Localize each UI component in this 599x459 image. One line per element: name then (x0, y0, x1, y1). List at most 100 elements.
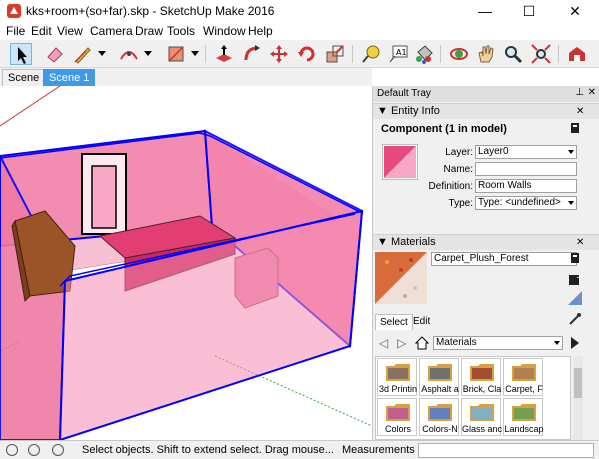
model-viewport[interactable] (0, 86, 372, 440)
material-name-field[interactable]: Carpet_Plush_Forest (431, 252, 577, 266)
arrow-cursor-icon (18, 47, 27, 64)
model-canvas[interactable] (0, 86, 372, 440)
close-button[interactable]: ✕ (553, 0, 597, 22)
tab-edit[interactable]: Edit (409, 314, 434, 330)
material-tile-label: Glass anc (462, 424, 502, 434)
home-icon[interactable] (415, 336, 429, 350)
pencil-icon (74, 47, 91, 64)
move-arrows-icon (270, 45, 288, 63)
material-tile[interactable]: Glass anc (461, 398, 502, 436)
menu-tools[interactable]: Tools (167, 24, 195, 38)
hand-icon (478, 45, 494, 63)
type-label: Type: (448, 198, 473, 209)
folder-icon (512, 364, 536, 381)
folder-icon (386, 404, 410, 421)
eraser-tool-button[interactable] (44, 43, 66, 65)
default-material-icon[interactable] (568, 291, 582, 305)
back-arrow-icon[interactable]: ◁ (379, 336, 388, 350)
line-dropdown-icon[interactable] (98, 51, 106, 56)
minimize-button[interactable]: — (463, 0, 507, 22)
scrollbar-thumb[interactable] (574, 368, 582, 398)
name-field[interactable] (475, 162, 577, 176)
measurements-input[interactable] (418, 443, 594, 458)
tray-close-button[interactable]: ✕ (588, 87, 596, 98)
entity-info-title: Entity Info (390, 105, 440, 117)
material-tile[interactable]: Asphalt a (419, 358, 459, 396)
menu-edit[interactable]: Edit (31, 24, 52, 38)
rotate-tool-button[interactable] (296, 43, 318, 65)
material-tile[interactable]: Brick, Cla (461, 358, 501, 396)
menu-camera[interactable]: Camera (90, 24, 133, 38)
component-label: Component (1 in model) (381, 123, 507, 135)
menu-help[interactable]: Help (248, 24, 273, 38)
entity-info-close-icon[interactable]: ✕ (576, 107, 586, 117)
create-material-icon[interactable]: + (568, 272, 582, 286)
material-tile-label: Asphalt a (421, 384, 459, 394)
material-tile[interactable]: Colors-N (419, 398, 459, 436)
folder-icon (428, 364, 452, 381)
layer-select[interactable]: Layer0 (475, 145, 577, 159)
maximize-button[interactable]: ☐ (507, 0, 551, 22)
scale-tool-button[interactable] (324, 43, 346, 65)
red-axis (0, 86, 61, 127)
material-tile-label: Colors (384, 424, 411, 434)
materials-close-icon[interactable]: ✕ (576, 238, 586, 248)
zoom-tool-button[interactable] (502, 43, 524, 65)
text-tool-button[interactable]: A1 (387, 43, 409, 65)
entity-info-header[interactable]: ▼ Entity Info ✕ (373, 103, 599, 119)
line-tool-button[interactable] (72, 43, 94, 65)
forward-arrow-icon[interactable]: ▷ (397, 336, 406, 350)
arc-tool-button[interactable] (118, 43, 140, 65)
eyedropper-icon[interactable] (568, 312, 582, 326)
arc-dropdown-icon[interactable] (144, 51, 152, 56)
type-select[interactable]: Type: <undefined> (475, 196, 577, 210)
menu-view[interactable]: View (57, 24, 83, 38)
warehouse-icon (569, 47, 585, 61)
material-tile[interactable]: Landscap (503, 398, 544, 436)
material-tile[interactable]: Colors (377, 398, 417, 436)
pan-tool-button[interactable] (475, 43, 497, 65)
zoom-extents-button[interactable] (530, 43, 552, 65)
menu-window[interactable]: Window (203, 24, 246, 38)
material-tile[interactable]: 3d Printin (377, 358, 417, 396)
material-options-icon[interactable] (570, 252, 580, 264)
info-icon[interactable] (28, 444, 40, 456)
material-tile[interactable]: Carpet, F (503, 358, 543, 396)
material-swatch-icon[interactable] (382, 144, 418, 180)
warehouse-button[interactable] (566, 43, 588, 65)
sketchup-logo-icon (7, 4, 21, 18)
material-tile-label: Carpet, F (505, 384, 543, 394)
definition-field[interactable]: Room Walls (475, 179, 577, 193)
tape-measure-button[interactable] (360, 43, 382, 65)
orbit-tool-button[interactable] (448, 43, 470, 65)
materials-title: Materials (390, 236, 436, 248)
tape-measure-icon (362, 45, 380, 63)
follow-me-button[interactable] (241, 43, 263, 65)
library-select[interactable]: Materials (433, 336, 563, 350)
select-tool-button[interactable] (10, 43, 32, 65)
pin-icon[interactable]: ⊥ (575, 87, 584, 98)
component-options-icon[interactable] (570, 122, 580, 134)
library-value: Materials (436, 337, 477, 348)
push-pull-button[interactable] (213, 43, 235, 65)
materials-scrollbar[interactable] (573, 356, 583, 440)
shape-tool-button[interactable] (165, 43, 187, 65)
menu-file[interactable]: File (6, 24, 25, 38)
scale-icon (326, 45, 344, 63)
zoom-extents-icon (531, 44, 551, 64)
collapse-arrow-icon: ▼ (377, 105, 391, 117)
geo-location-icon[interactable] (6, 444, 18, 456)
collapse-arrow-icon: ▼ (377, 236, 391, 248)
details-arrow-icon[interactable] (569, 336, 581, 350)
materials-header[interactable]: ▼ Materials ✕ (373, 234, 599, 250)
tab-select[interactable]: Select (375, 314, 413, 330)
status-hint: Select objects. Shift to extend select. … (82, 444, 334, 456)
menu-draw[interactable]: Draw (135, 24, 163, 38)
move-tool-button[interactable] (268, 43, 290, 65)
paint-bucket-button[interactable] (413, 43, 435, 65)
tab-scene-1[interactable]: Scene 1 (43, 69, 96, 86)
shape-dropdown-icon[interactable] (191, 51, 199, 56)
user-icon[interactable] (52, 444, 64, 456)
material-tile-label: 3d Printin (378, 384, 418, 394)
push-pull-icon (216, 45, 232, 62)
